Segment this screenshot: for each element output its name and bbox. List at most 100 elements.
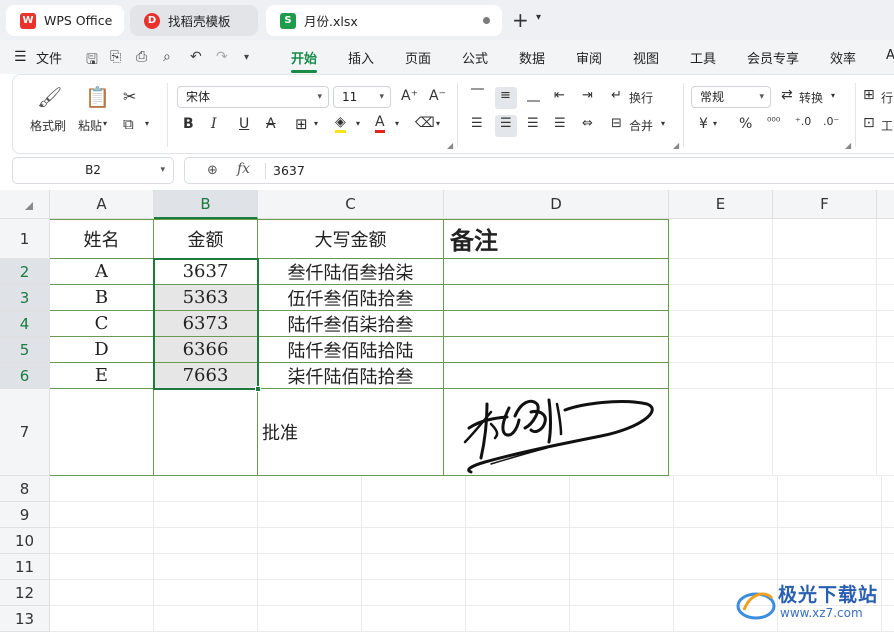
currency-icon[interactable]: ¥: [699, 116, 708, 132]
paste-button[interactable]: 粘贴: [78, 117, 102, 134]
increase-indent-icon[interactable]: ⇥: [582, 88, 593, 103]
convert-icon[interactable]: ⇄: [781, 87, 793, 103]
increase-decimal-icon[interactable]: ⁺.0: [795, 115, 811, 128]
row-header-7[interactable]: 7: [0, 389, 50, 476]
cell-b2[interactable]: 3637: [154, 259, 258, 285]
cell-a5[interactable]: D: [50, 337, 154, 363]
currency-chevron-icon[interactable]: ▾: [713, 119, 717, 128]
new-tab-plus-icon[interactable]: +: [512, 8, 529, 32]
cell-a7[interactable]: [50, 389, 154, 476]
cell-c1[interactable]: 大写金额: [258, 219, 444, 259]
cell-c2[interactable]: 叁仟陆佰叁拾柒: [258, 259, 444, 285]
format-painter-button[interactable]: 格式刷: [30, 117, 66, 134]
cell-b4[interactable]: 6373: [154, 311, 258, 337]
align-left-icon[interactable]: ☰: [471, 116, 483, 131]
wrap-text-button[interactable]: 换行: [629, 89, 653, 106]
cell-b6[interactable]: 7663: [154, 363, 258, 389]
font-color-icon[interactable]: A: [375, 115, 385, 133]
italic-icon[interactable]: I: [211, 116, 217, 132]
cell-d5[interactable]: [444, 337, 669, 363]
increase-font-icon[interactable]: A⁺: [401, 88, 418, 104]
clear-format-icon[interactable]: ⌫: [415, 115, 435, 131]
tab-review[interactable]: 审阅: [576, 48, 602, 67]
number-dialog-launcher-icon[interactable]: ◢: [845, 141, 851, 150]
cell-d7[interactable]: [444, 389, 669, 476]
tab-efficiency[interactable]: 效率: [830, 48, 856, 67]
cell-a2[interactable]: A: [50, 259, 154, 285]
row-header-8[interactable]: 8: [0, 476, 50, 502]
print-preview-icon[interactable]: ⌕: [163, 49, 171, 65]
column-header-c[interactable]: C: [258, 190, 444, 219]
decrease-indent-icon[interactable]: ⇤: [554, 88, 565, 103]
insert-function-icon[interactable]: fx: [237, 161, 250, 177]
tab-docer-templates[interactable]: D 找稻壳模板: [130, 5, 258, 36]
worksheet-button[interactable]: 工: [881, 117, 893, 134]
rows-columns-button[interactable]: 行: [881, 89, 893, 106]
formula-input[interactable]: 3637: [273, 163, 305, 178]
format-painter-icon[interactable]: 🖌: [37, 85, 62, 109]
font-color-chevron-icon[interactable]: ▾: [395, 119, 399, 128]
menu-file[interactable]: 文件: [36, 48, 62, 67]
name-box[interactable]: B2 ▾: [12, 157, 174, 184]
tab-formulas[interactable]: 公式: [462, 48, 488, 67]
handwritten-signature-image[interactable]: [451, 390, 661, 474]
fill-handle[interactable]: [255, 386, 261, 392]
tab-member[interactable]: 会员专享: [747, 48, 799, 67]
align-right-icon[interactable]: ☰: [527, 116, 539, 131]
quick-access-chevron-icon[interactable]: ▾: [244, 52, 249, 63]
redo-icon[interactable]: ↷: [216, 49, 228, 65]
merge-cells-button[interactable]: 合并: [629, 117, 653, 134]
fill-color-chevron-icon[interactable]: ▾: [356, 119, 360, 128]
unsaved-indicator-icon[interactable]: [483, 17, 490, 24]
cell-d4[interactable]: [444, 311, 669, 337]
paste-chevron-icon[interactable]: ▾: [103, 119, 107, 128]
row-header-10[interactable]: 10: [0, 528, 50, 554]
print-icon[interactable]: ⎙: [136, 49, 147, 65]
tab-home[interactable]: 开始: [291, 48, 318, 73]
row-header-12[interactable]: 12: [0, 580, 50, 606]
cell-a6[interactable]: E: [50, 363, 154, 389]
column-header-f[interactable]: F: [773, 190, 877, 219]
row-header-5[interactable]: 5: [0, 337, 50, 363]
worksheet-icon[interactable]: ⊡: [863, 115, 875, 131]
copy-icon[interactable]: ⧉: [123, 115, 134, 133]
tab-tools[interactable]: 工具: [690, 48, 716, 67]
cell-d2[interactable]: [444, 259, 669, 285]
cell-a4[interactable]: C: [50, 311, 154, 337]
decrease-font-icon[interactable]: A⁻: [429, 88, 446, 104]
spreadsheet-grid[interactable]: A B C D E F 1 2 3 4 5 6 7 8 9 10 11 12 1…: [0, 190, 894, 632]
undo-icon[interactable]: ↶: [190, 49, 202, 65]
percent-icon[interactable]: %: [739, 116, 752, 132]
cell-c4[interactable]: 陆仟叁佰柒拾叁: [258, 311, 444, 337]
tab-list-chevron-icon[interactable]: ▾: [536, 12, 541, 23]
column-header-d[interactable]: D: [444, 190, 669, 219]
tab-insert[interactable]: 插入: [348, 48, 374, 67]
fill-color-icon[interactable]: ◈: [335, 115, 346, 133]
cell-d6[interactable]: [444, 363, 669, 389]
distributed-align-icon[interactable]: ⇔: [582, 116, 593, 131]
column-header-g[interactable]: [877, 190, 894, 219]
row-header-1[interactable]: 1: [0, 219, 50, 259]
formula-input-area[interactable]: ⊕ fx 3637: [184, 157, 894, 184]
rows-columns-icon[interactable]: ⊞: [863, 87, 875, 103]
paste-icon[interactable]: 📋: [85, 85, 110, 109]
cell-d3[interactable]: [444, 285, 669, 311]
decrease-decimal-icon[interactable]: .0⁻: [823, 115, 839, 128]
row-header-9[interactable]: 9: [0, 502, 50, 528]
tab-overflow[interactable]: A: [886, 48, 894, 63]
row-header-4[interactable]: 4: [0, 311, 50, 337]
hamburger-menu-icon[interactable]: ☰: [14, 49, 27, 65]
convert-chevron-icon[interactable]: ▾: [831, 91, 835, 100]
column-header-e[interactable]: E: [669, 190, 773, 219]
tab-view[interactable]: 视图: [633, 48, 659, 67]
cell-c7-approve-label[interactable]: 批准: [258, 389, 444, 476]
alignment-dialog-launcher-icon[interactable]: ◢: [673, 141, 679, 150]
cut-icon[interactable]: ✂: [123, 87, 136, 106]
cell-b5[interactable]: 6366: [154, 337, 258, 363]
merge-chevron-icon[interactable]: ▾: [661, 119, 665, 128]
thousands-separator-icon[interactable]: ⁰⁰⁰: [767, 115, 780, 128]
align-middle-icon[interactable]: ≡: [500, 88, 511, 103]
cell-d1[interactable]: 备注: [444, 219, 669, 259]
row-header-11[interactable]: 11: [0, 554, 50, 580]
cell-b1[interactable]: 金额: [154, 219, 258, 259]
